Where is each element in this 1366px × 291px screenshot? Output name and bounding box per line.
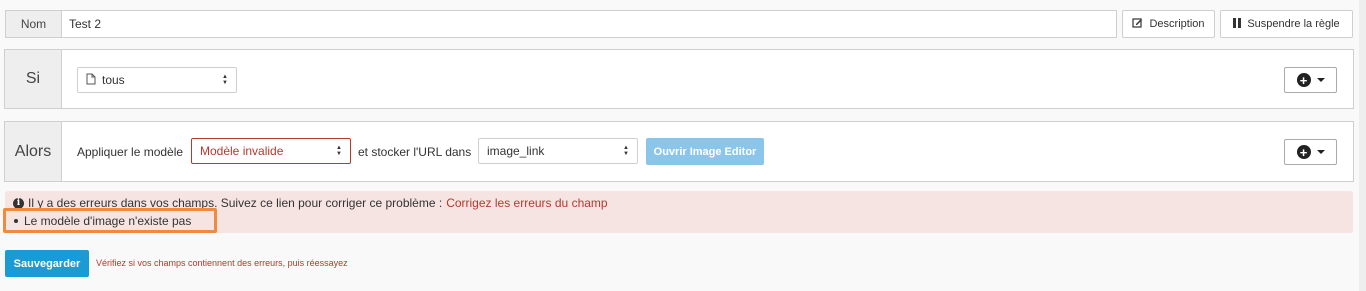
select-arrows-icon: ▲ ▼ [336, 145, 342, 157]
store-url-label: et stocker l'URL dans [358, 145, 472, 159]
add-condition-button[interactable]: + [1284, 67, 1337, 93]
plus-circle-icon: + [1296, 73, 1311, 87]
file-icon [86, 73, 96, 88]
rule-name-input[interactable] [62, 11, 1116, 37]
highlight-box [3, 208, 217, 233]
url-field-select-value: image_link [487, 144, 545, 158]
name-label: Nom [6, 11, 62, 37]
model-select-value: Modèle invalide [200, 144, 284, 158]
model-select[interactable]: Modèle invalide ▲ ▼ [191, 138, 351, 164]
save-hint: Vérifiez si vos champs contiennent des e… [96, 258, 348, 268]
condition-select[interactable]: tous ▲ ▼ [77, 67, 237, 93]
si-label: Si [5, 50, 62, 108]
alors-label: Alors [5, 122, 62, 181]
pause-icon [1233, 17, 1242, 31]
description-button[interactable]: Description [1122, 10, 1215, 38]
url-field-select[interactable]: image_link ▲ ▼ [478, 138, 638, 164]
caret-down-icon [1316, 78, 1325, 82]
apply-model-label: Appliquer le modèle [77, 145, 184, 159]
select-arrows-icon: ▲ ▼ [623, 145, 629, 157]
save-button[interactable]: Sauvegarder [5, 250, 89, 277]
scrollbar[interactable] [1359, 0, 1366, 291]
plus-circle-icon: + [1296, 145, 1311, 159]
add-action-button[interactable]: + [1284, 139, 1337, 165]
condition-select-value: tous [102, 73, 125, 87]
open-image-editor-button[interactable]: Ouvrir Image Editor [646, 138, 764, 165]
rule-name-row: Nom [5, 10, 1117, 38]
description-label: Description [1149, 18, 1205, 30]
suspend-rule-button[interactable]: Suspendre la règle [1220, 10, 1353, 38]
fix-errors-link[interactable]: Corrigez les erreurs du champ [446, 196, 607, 210]
select-arrows-icon: ▲ ▼ [222, 74, 228, 86]
caret-down-icon [1316, 150, 1325, 154]
suspend-label: Suspendre la règle [1247, 18, 1340, 30]
info-icon: i [13, 197, 24, 209]
edit-icon [1132, 17, 1143, 31]
